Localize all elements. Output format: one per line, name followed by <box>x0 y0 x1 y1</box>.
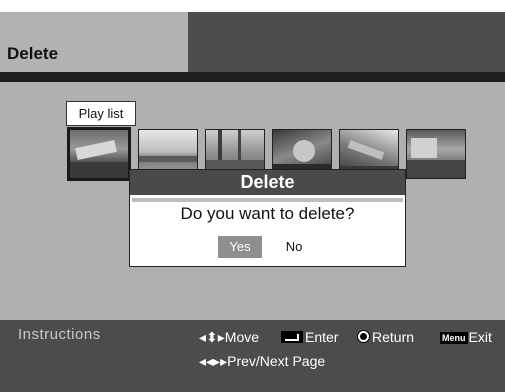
thumbnail-1[interactable] <box>67 127 131 181</box>
dialog-divider <box>132 198 403 202</box>
page-title: Delete <box>7 44 59 63</box>
return-key-icon <box>357 330 370 343</box>
header-divider <box>0 72 505 82</box>
updown-arrow-icon: ◂⬍▸ <box>199 329 225 345</box>
move-instruction: ◂⬍▸Move <box>199 329 259 346</box>
no-button[interactable]: No <box>276 236 312 258</box>
screen: Delete Play list Delete Do you want to d… <box>0 0 505 392</box>
prev-next-instruction: ◂◂▸▸Prev/Next Page <box>199 353 325 370</box>
yes-button[interactable]: Yes <box>218 236 262 258</box>
menu-key-icon: Menu <box>440 332 468 344</box>
delete-dialog: Delete Do you want to delete? Yes No <box>129 169 406 267</box>
enter-label: Enter <box>305 329 339 345</box>
return-label: Return <box>372 329 415 345</box>
prev-next-label: Prev/Next Page <box>227 353 326 369</box>
dialog-question: Do you want to delete? <box>180 204 355 223</box>
move-label: Move <box>224 329 260 345</box>
playlist-label[interactable]: Play list <box>66 101 136 126</box>
enter-key-icon <box>281 331 303 343</box>
exit-label: Exit <box>468 329 492 345</box>
thumbnail-6[interactable] <box>406 129 466 179</box>
instructions-title: Instructions <box>18 326 101 343</box>
exit-instruction: Menu Exit <box>440 329 492 345</box>
dialog-title: Delete <box>130 170 405 195</box>
leftright-arrow-icon: ◂◂▸▸ <box>199 353 228 369</box>
return-instruction: Return <box>357 329 414 345</box>
enter-instruction: Enter <box>281 329 338 345</box>
header-right-panel <box>188 12 505 72</box>
